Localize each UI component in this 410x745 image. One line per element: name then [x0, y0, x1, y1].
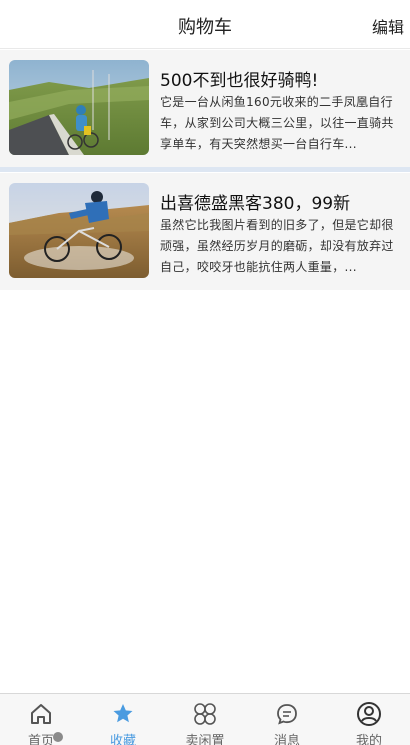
tab-label: 消息: [273, 734, 300, 745]
list-divider: [0, 167, 410, 172]
user-icon: [355, 700, 383, 728]
tab-favorites[interactable]: 收藏: [82, 694, 164, 745]
list-item[interactable]: 500不到也很好骑鸭! 它是一台从闲鱼160元收来的二手凤凰自行车，从家到公司大…: [0, 50, 410, 167]
edit-button[interactable]: 编辑: [372, 14, 404, 38]
tab-profile[interactable]: 我的: [328, 694, 410, 745]
notification-dot: [53, 732, 63, 742]
bottom-tab-bar: 首页 收藏 卖闲置 消息 我的: [0, 693, 410, 745]
grid-icon: [191, 700, 219, 728]
item-title: 出喜德盛黑客380，99新: [160, 194, 351, 214]
item-image: [9, 183, 149, 278]
tab-messages[interactable]: 消息: [246, 694, 328, 745]
top-header: 购物车 编辑: [0, 0, 410, 49]
tab-label: 我的: [355, 734, 382, 745]
item-description: 它是一台从闲鱼160元收来的二手凤凰自行车，从家到公司大概三公里，以往一直骑共享…: [160, 95, 394, 151]
item-image: [9, 60, 149, 155]
tab-label: 收藏: [109, 734, 136, 745]
tab-label: 卖闲置: [185, 734, 225, 745]
list-item[interactable]: 出喜德盛黑客380，99新 虽然它比我图片看到的旧多了，但是它却很顽强，虽然经历…: [0, 173, 410, 290]
tab-label: 首页: [27, 734, 54, 745]
item-description: 虽然它比我图片看到的旧多了，但是它却很顽强，虽然经历岁月的磨砺，却没有放弃过自己…: [160, 218, 394, 274]
tab-sell[interactable]: 卖闲置: [164, 694, 246, 745]
item-title: 500不到也很好骑鸭!: [160, 71, 319, 91]
tab-home[interactable]: 首页: [0, 694, 82, 745]
home-icon: [27, 700, 55, 728]
message-icon: [273, 700, 301, 728]
page-title: 购物车: [178, 17, 232, 38]
star-icon: [109, 700, 137, 728]
